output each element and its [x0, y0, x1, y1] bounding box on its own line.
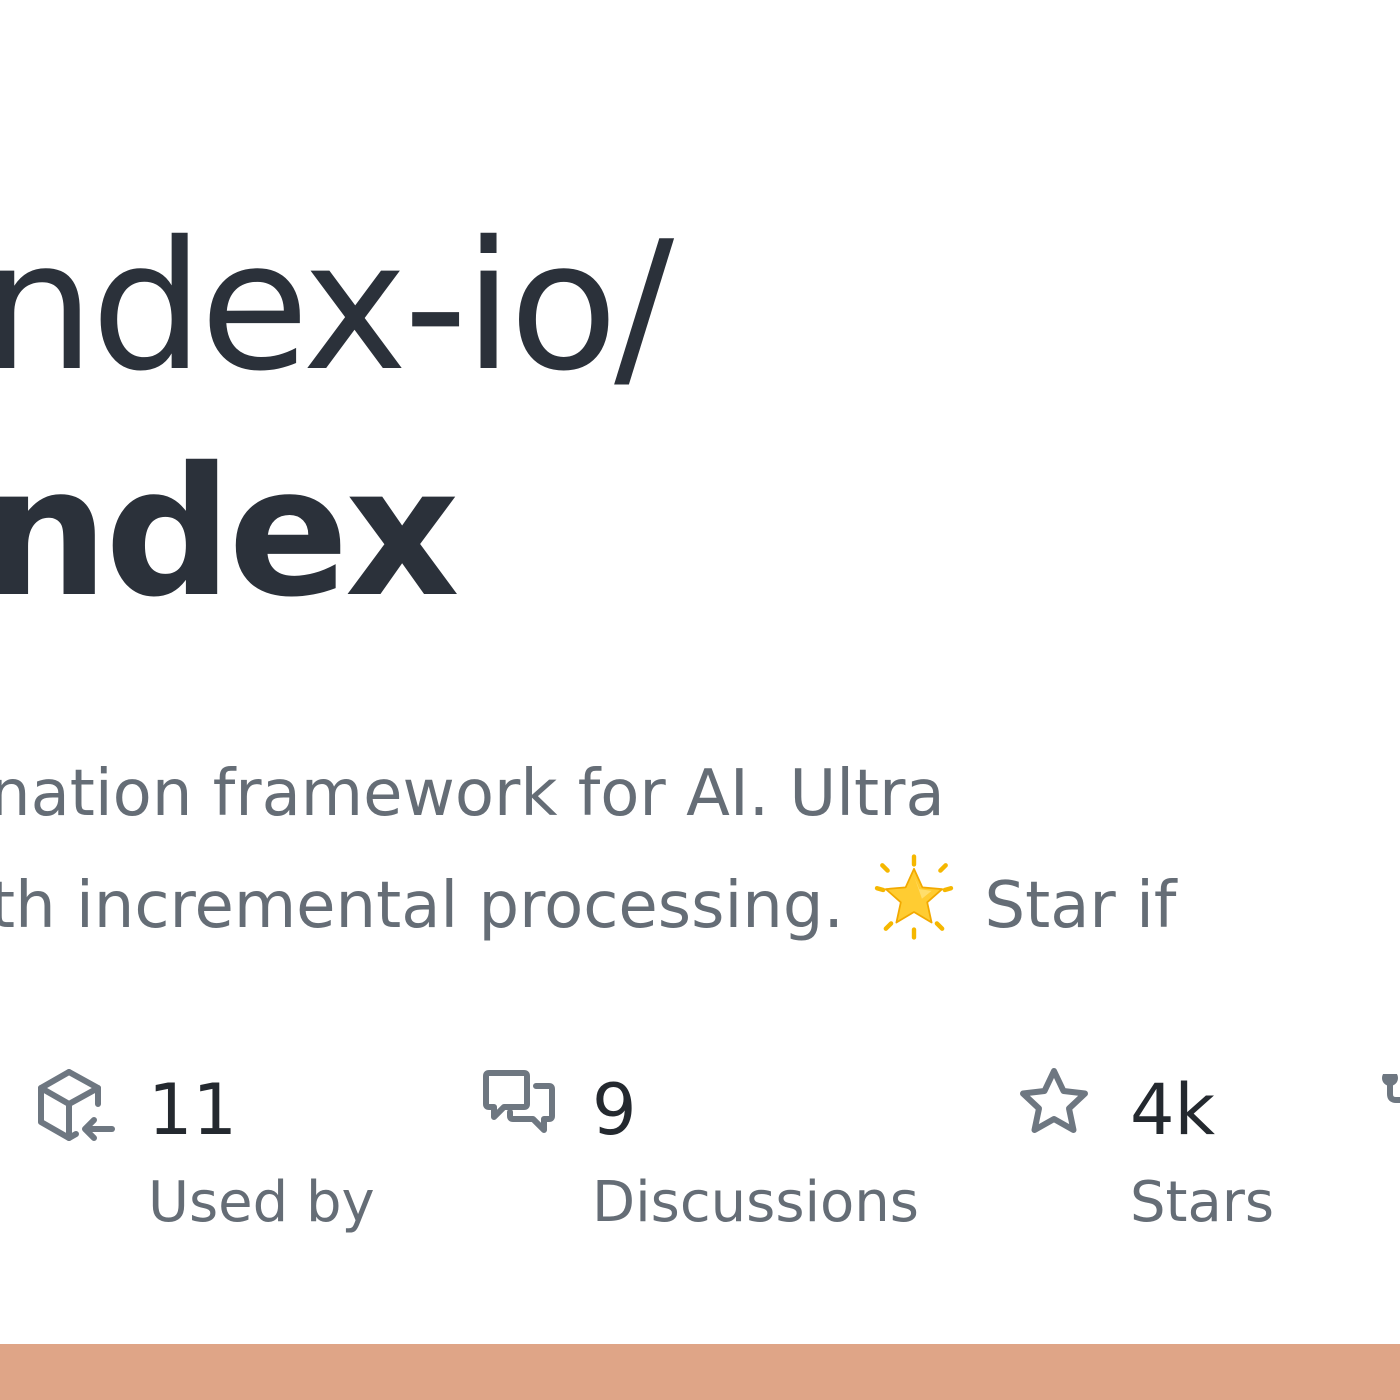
repo-name[interactable]: ndex: [0, 444, 460, 622]
comment-discussion-icon: [483, 1070, 555, 1133]
repo-social-card: ndex-io/ ndex nation framework for AI. U…: [0, 0, 1400, 1400]
description-line-2: th incremental processing. Star if: [0, 850, 1176, 962]
repo-owner[interactable]: ndex-io/: [0, 218, 674, 396]
discussions-label: Discussions: [592, 1170, 919, 1235]
used-by-label: Used by: [148, 1170, 375, 1235]
repo-description: nation framework for AI. Ultra th increm…: [0, 738, 1176, 962]
stars-label: Stars: [1130, 1170, 1275, 1235]
stars-count: 4k: [1130, 1069, 1216, 1151]
forks-icon: [1382, 1074, 1400, 1103]
description-line-1: nation framework for AI. Ultra: [0, 757, 945, 831]
package-dependents-icon: [38, 1069, 115, 1141]
used-by-count: 11: [148, 1069, 238, 1151]
star-icon: [1020, 1068, 1088, 1133]
glowing-star-icon: [874, 854, 954, 940]
discussions-count: 9: [592, 1069, 637, 1151]
accent-bar: [0, 1344, 1400, 1400]
description-line-2-text: th incremental processing.: [0, 869, 844, 943]
description-star-prompt: Star if: [984, 869, 1177, 943]
